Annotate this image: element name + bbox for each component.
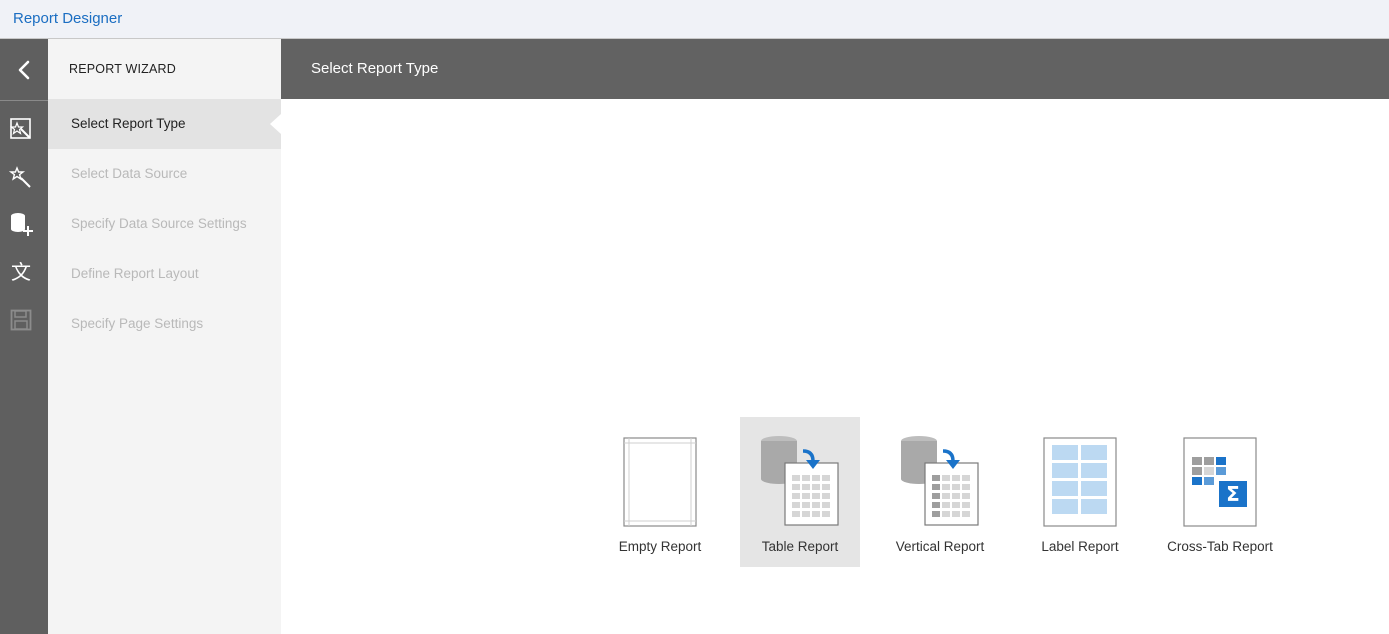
app-title: Report Designer — [13, 10, 123, 27]
report-type-vertical[interactable]: Vertical Report — [880, 417, 1000, 567]
report-type-cross-tab[interactable]: Σ Cross-Tab Report — [1160, 417, 1280, 567]
report-wizard-icon — [9, 118, 31, 139]
step-specify-data-source-settings: Specify Data Source Settings — [71, 216, 247, 231]
step-select-report-type[interactable]: Select Report Type — [48, 99, 281, 149]
magic-wand-icon — [9, 166, 31, 188]
page-header: Select Report Type — [281, 39, 1389, 99]
report-wizard-button[interactable] — [8, 116, 34, 142]
table-report-icon — [761, 436, 839, 526]
wizard-panel: REPORT WIZARD Select Report Type Select … — [48, 39, 281, 634]
label-report-icon — [1043, 437, 1117, 527]
icon-toolbar: 文 — [0, 39, 48, 634]
svg-text:Σ: Σ — [1226, 482, 1240, 506]
report-type-label: Label Report — [1041, 539, 1119, 554]
report-type-label: Vertical Report — [895, 539, 985, 554]
step-define-report-layout: Define Report Layout — [71, 266, 199, 281]
page-title: Select Report Type — [311, 60, 439, 77]
back-button[interactable] — [0, 39, 48, 101]
add-data-source-icon — [11, 213, 33, 236]
wizard-header: REPORT WIZARD — [69, 62, 177, 76]
magic-wand-button[interactable] — [8, 164, 34, 190]
report-type-label: Cross-Tab Report — [1167, 539, 1273, 554]
localization-icon: 文 — [11, 260, 31, 284]
save-button[interactable] — [8, 307, 34, 333]
report-type-label-report[interactable]: Label Report — [1020, 417, 1140, 567]
vertical-report-icon — [901, 436, 979, 526]
step-specify-page-settings: Specify Page Settings — [71, 316, 204, 331]
cross-tab-report-icon: Σ — [1183, 437, 1257, 527]
title-bar: Report Designer — [0, 0, 1389, 39]
empty-report-icon — [623, 437, 697, 527]
save-icon — [10, 309, 32, 331]
add-data-source-button[interactable] — [8, 211, 34, 237]
report-type-empty[interactable]: Empty Report — [600, 417, 720, 567]
report-type-label: Empty Report — [618, 539, 702, 554]
localization-button[interactable]: 文 — [8, 259, 34, 285]
back-icon — [18, 60, 30, 79]
report-type-label: Table Report — [761, 539, 839, 554]
step-select-data-source: Select Data Source — [71, 166, 188, 181]
report-type-table[interactable]: Table Report — [740, 417, 860, 567]
